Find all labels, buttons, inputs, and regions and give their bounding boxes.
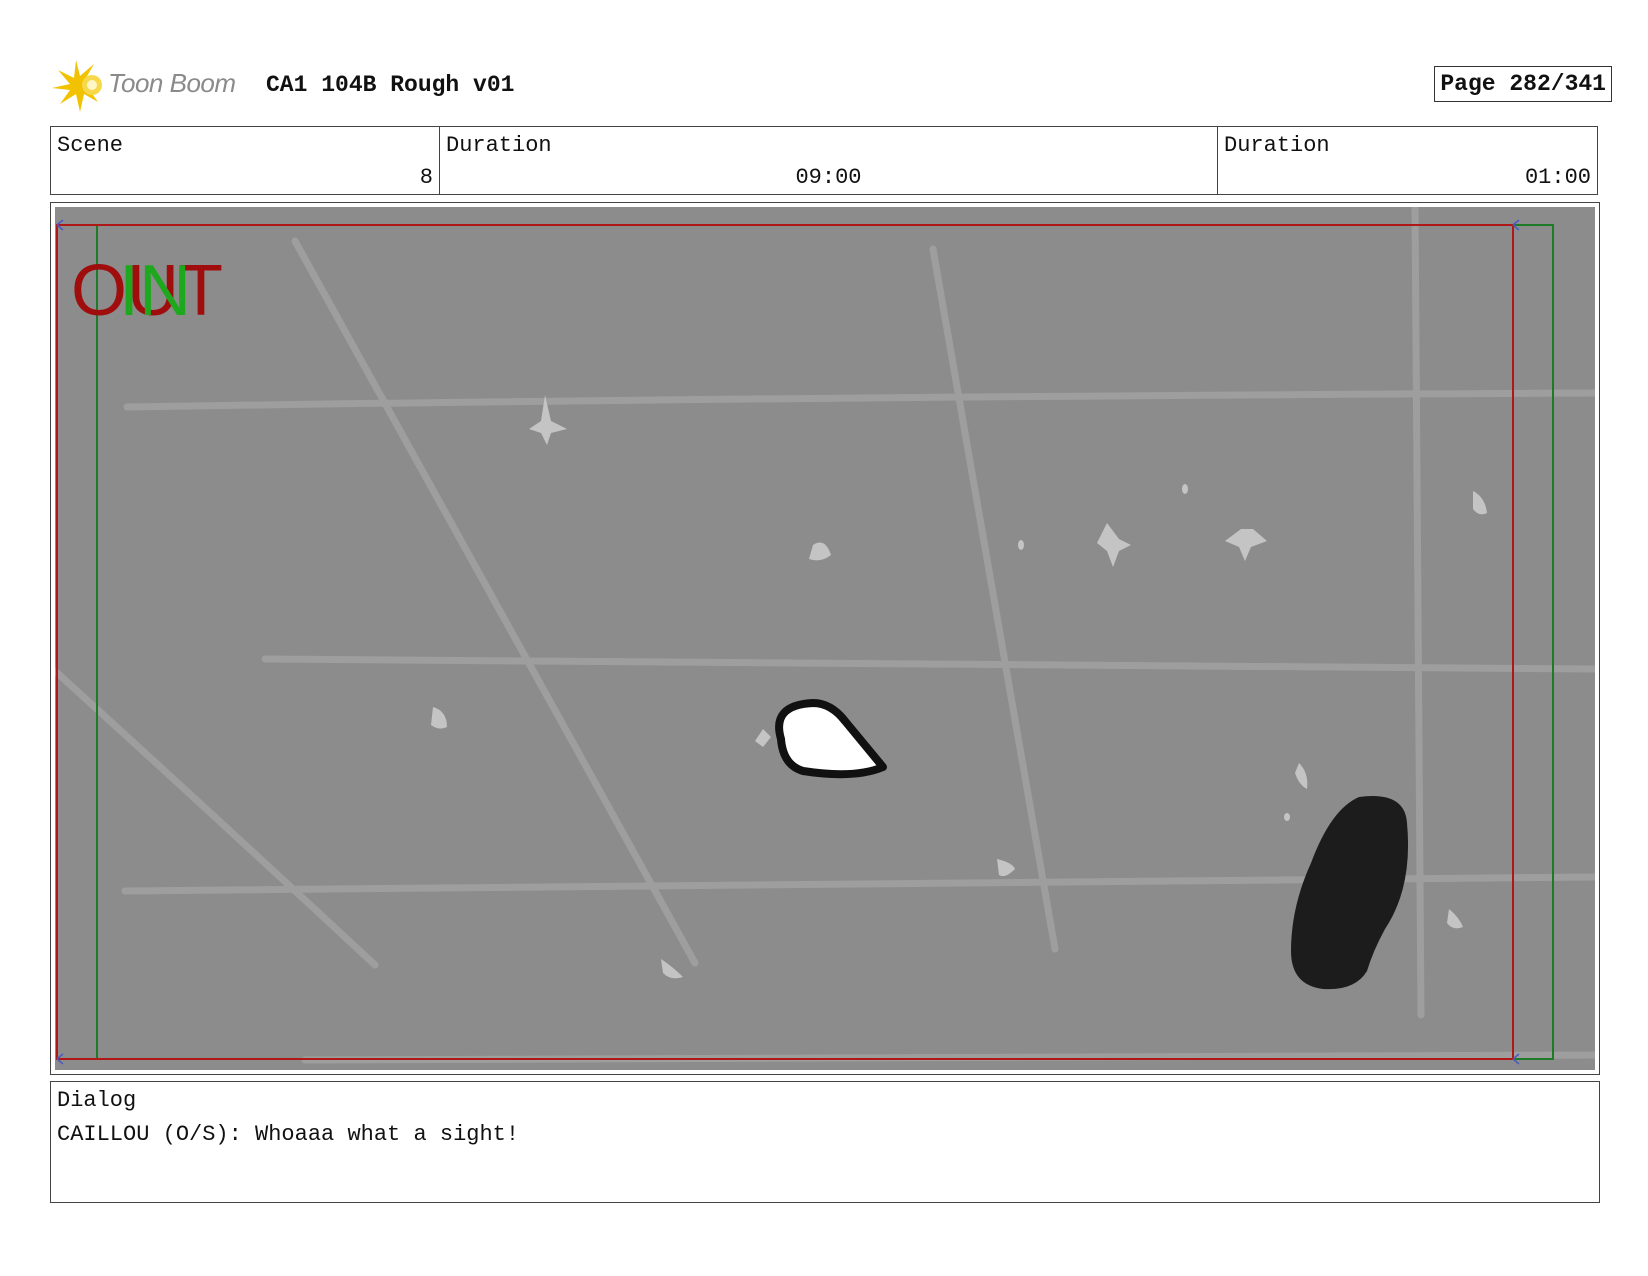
panel-drawing: OUT IN xyxy=(55,207,1595,1070)
storyboard-panel: OUT IN xyxy=(50,202,1600,1075)
scene-cell: Scene 8 xyxy=(51,127,440,194)
scene-label: Scene xyxy=(57,133,124,158)
page-header: Toon Boom CA1 104B Rough v01 Page 282/34… xyxy=(52,58,1612,114)
dialog-text: CAILLOU (O/S): Whoaaa what a sight! xyxy=(57,1122,520,1147)
dialog-box: Dialog CAILLOU (O/S): Whoaaa what a sigh… xyxy=(50,1081,1600,1203)
toon-boom-logo-icon xyxy=(52,60,102,112)
dot-2 xyxy=(1018,540,1024,550)
duration-cell-2: Duration 01:00 xyxy=(1218,127,1597,194)
scene-info-table: Scene 8 Duration 09:00 Duration 01:00 xyxy=(50,126,1598,195)
in-marker: IN xyxy=(119,251,191,331)
duration-cell-1: Duration 09:00 xyxy=(440,127,1218,194)
duration-value-2: 01:00 xyxy=(1524,165,1591,190)
project-title: CA1 104B Rough v01 xyxy=(266,72,515,98)
dot-3 xyxy=(1284,813,1290,821)
scene-value: 8 xyxy=(419,165,433,190)
page-number: Page 282/341 xyxy=(1434,66,1612,102)
dialog-label: Dialog xyxy=(57,1088,137,1113)
dot-1 xyxy=(1182,484,1188,494)
duration-label-2: Duration xyxy=(1224,133,1330,158)
brand-name: Toon Boom xyxy=(108,68,236,98)
duration-label-1: Duration xyxy=(446,133,552,158)
duration-value-1: 09:00 xyxy=(795,165,862,190)
